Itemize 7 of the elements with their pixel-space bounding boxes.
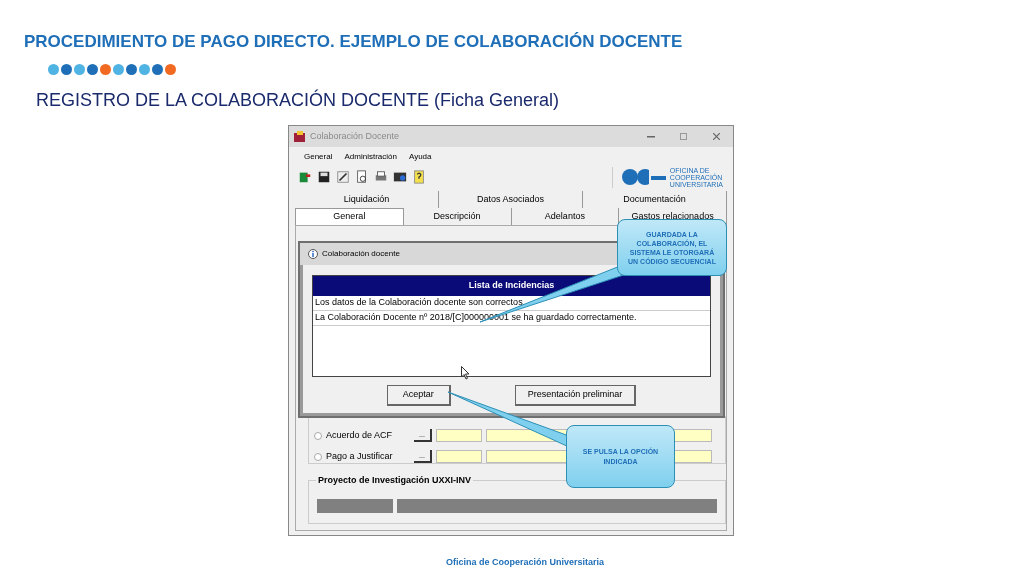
slide-subtitle: REGISTRO DE LA COLABORACIÓN DOCENTE (Ficha General) <box>36 88 560 112</box>
window-title: Colaboración Docente <box>310 129 400 143</box>
list-header: Lista de Incidencias <box>313 276 710 296</box>
group-title: Proyecto de Investigación UXXI-INV <box>316 474 474 488</box>
dialog-title: Colaboración docente <box>322 248 400 260</box>
footer-text: Oficina de Cooperación Universitaria <box>446 556 605 569</box>
slide-title: PROCEDIMIENTO DE PAGO DIRECTO. EJEMPLO DE COLABORACIÓN DOCENTE <box>24 32 683 52</box>
